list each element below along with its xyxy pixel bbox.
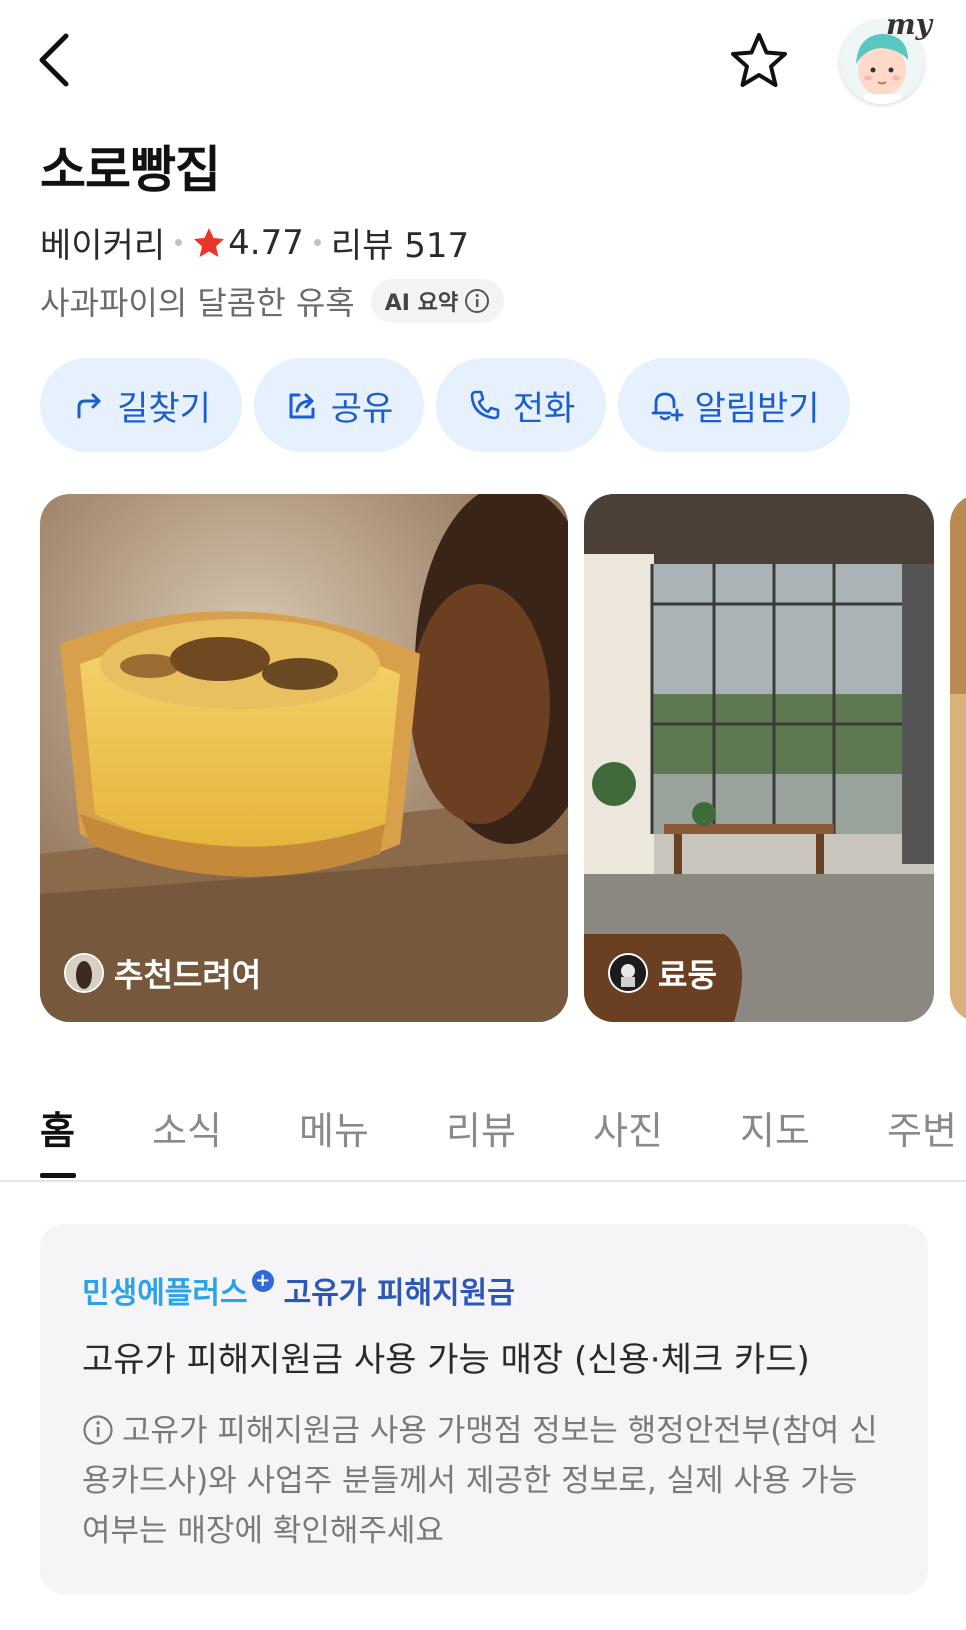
action-buttons: 길찾기 공유 전화 알림받기: [40, 358, 850, 452]
separator-dot: [175, 239, 183, 246]
separator-dot: [313, 239, 321, 246]
photo-author-name: 추천드려여: [114, 956, 262, 994]
place-rating: 4.77: [228, 222, 304, 263]
bell-plus-icon: [652, 392, 684, 422]
place-summary: 사과파이의 달콤한 유혹: [40, 284, 355, 322]
top-bar: my: [0, 0, 966, 120]
support-headline: 고유가 피해지원금 사용 가능 매장 (신용·체크 카드): [82, 1340, 810, 1380]
ai-summary-label: AI 요약: [384, 291, 459, 316]
place-name: 소로빵집: [40, 141, 221, 199]
star-outline-icon: [731, 33, 787, 87]
brand-plus-icon: +: [251, 1270, 274, 1292]
tab-map[interactable]: 지도: [740, 1100, 810, 1155]
rating-star-icon: [194, 227, 225, 257]
support-fund-card[interactable]: 민생에플러스 + 고유가 피해지원금 고유가 피해지원금 사용 가능 매장 (신…: [40, 1224, 928, 1594]
tab-home[interactable]: 홈: [40, 1100, 75, 1155]
photo-card-1[interactable]: 추천드려여: [40, 494, 568, 1022]
summary-row: 사과파이의 달콤한 유혹 AI 요약: [40, 278, 505, 324]
share-label: 공유: [330, 388, 394, 429]
my-profile-button[interactable]: my: [838, 8, 938, 110]
phone-icon: [470, 390, 500, 420]
call-label: 전화: [512, 388, 576, 429]
call-button[interactable]: 전화: [436, 358, 606, 452]
notify-label: 알림받기: [694, 388, 820, 429]
back-button[interactable]: [30, 28, 86, 92]
tab-reviews[interactable]: 리뷰: [446, 1100, 516, 1155]
place-category: 베이커리: [40, 226, 166, 266]
directions-button[interactable]: 길찾기: [40, 358, 242, 452]
active-tab-indicator: [40, 1173, 76, 1178]
place-meta: 베이커리 4.77 리뷰 517: [40, 218, 469, 267]
photo-author-name: 료둥: [658, 956, 717, 994]
directions-icon: [77, 393, 101, 419]
tab-news[interactable]: 소식: [152, 1100, 222, 1155]
info-icon: [83, 1415, 113, 1445]
share-icon: [289, 393, 315, 419]
review-count-link[interactable]: 리뷰 517: [331, 218, 469, 267]
chevron-left-icon: [39, 33, 69, 87]
support-notice: 고유가 피해지원금 사용 가맹점 정보는 행정안전부(참여 신용카드사)와 사업…: [82, 1406, 882, 1556]
tab-nearby[interactable]: 주변: [887, 1100, 957, 1155]
favorite-button[interactable]: [728, 30, 790, 92]
photo-card-3[interactable]: [950, 494, 966, 1022]
support-brand: 민생에플러스 + 고유가 피해지원금: [82, 1268, 515, 1312]
photo-author[interactable]: 추천드려여: [64, 950, 261, 996]
brand-secondary: 고유가 피해지원금: [283, 1276, 515, 1311]
brand-primary: 민생에플러스: [82, 1276, 248, 1311]
notify-button[interactable]: 알림받기: [618, 358, 850, 452]
tab-bar: 홈 소식 메뉴 리뷰 사진 지도 주변: [0, 1090, 966, 1182]
cafe-interior-photo: [584, 494, 934, 1022]
directions-label: 길찾기: [117, 388, 211, 429]
photo-author[interactable]: 료둥: [608, 950, 717, 996]
photo-preview: [950, 494, 966, 1022]
ai-summary-chip[interactable]: AI 요약: [370, 279, 505, 323]
support-notice-text: 고유가 피해지원금 사용 가맹점 정보는 행정안전부(참여 신용카드사)와 사업…: [82, 1413, 878, 1549]
share-button[interactable]: 공유: [254, 358, 424, 452]
egg-tart-photo: [40, 494, 568, 1022]
user-avatar: [608, 953, 648, 993]
info-icon: [465, 289, 490, 313]
my-label: my: [886, 8, 932, 41]
photo-carousel[interactable]: 추천드려여 료둥: [40, 494, 966, 1022]
tab-photos[interactable]: 사진: [593, 1100, 663, 1155]
photo-card-2[interactable]: 료둥: [584, 494, 934, 1022]
tab-menu[interactable]: 메뉴: [299, 1100, 369, 1155]
user-avatar: [64, 953, 104, 993]
